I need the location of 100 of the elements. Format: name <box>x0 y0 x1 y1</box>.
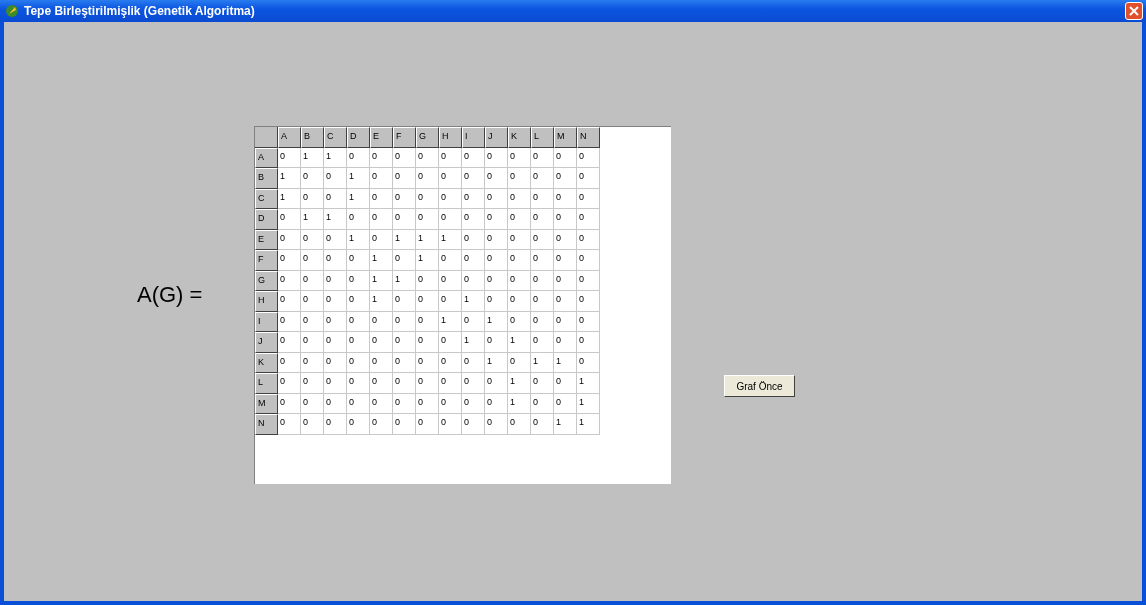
table-cell[interactable]: 0 <box>554 373 577 394</box>
table-cell[interactable]: 0 <box>347 147 370 168</box>
table-cell[interactable]: 0 <box>531 373 554 394</box>
table-cell[interactable]: 0 <box>301 229 324 250</box>
table-cell[interactable]: 0 <box>485 332 508 353</box>
table-cell[interactable]: 1 <box>485 311 508 332</box>
table-cell[interactable]: 0 <box>531 209 554 230</box>
table-cell[interactable]: 0 <box>554 147 577 168</box>
table-cell[interactable]: 0 <box>416 393 439 414</box>
table-cell[interactable]: 0 <box>347 414 370 435</box>
table-cell[interactable]: 1 <box>508 393 531 414</box>
table-cell[interactable]: 1 <box>278 168 301 189</box>
close-button[interactable] <box>1125 2 1143 20</box>
table-cell[interactable]: 0 <box>531 147 554 168</box>
table-cell[interactable]: 0 <box>531 414 554 435</box>
table-cell[interactable]: 1 <box>347 188 370 209</box>
table-cell[interactable]: 0 <box>462 250 485 271</box>
table-cell[interactable]: 0 <box>393 373 416 394</box>
table-cell[interactable]: 0 <box>462 414 485 435</box>
table-cell[interactable]: 0 <box>416 270 439 291</box>
table-cell[interactable]: 0 <box>278 209 301 230</box>
table-cell[interactable]: 0 <box>462 311 485 332</box>
table-cell[interactable]: 0 <box>554 168 577 189</box>
table-cell[interactable]: 0 <box>347 209 370 230</box>
table-cell[interactable]: 0 <box>439 414 462 435</box>
table-cell[interactable]: 0 <box>577 209 600 230</box>
table-cell[interactable]: 0 <box>462 352 485 373</box>
table-cell[interactable]: 0 <box>347 373 370 394</box>
table-cell[interactable]: 0 <box>508 168 531 189</box>
table-cell[interactable]: 0 <box>416 332 439 353</box>
table-cell[interactable]: 0 <box>278 229 301 250</box>
table-cell[interactable]: 0 <box>278 332 301 353</box>
table-cell[interactable]: 1 <box>416 250 439 271</box>
table-cell[interactable]: 0 <box>485 229 508 250</box>
table-cell[interactable]: 0 <box>439 373 462 394</box>
table-cell[interactable]: 1 <box>301 147 324 168</box>
table-cell[interactable]: 0 <box>324 311 347 332</box>
table-cell[interactable]: 0 <box>439 352 462 373</box>
table-cell[interactable]: 0 <box>416 168 439 189</box>
table-cell[interactable]: 0 <box>508 229 531 250</box>
table-cell[interactable]: 0 <box>370 373 393 394</box>
table-cell[interactable]: 0 <box>554 229 577 250</box>
table-cell[interactable]: 0 <box>531 393 554 414</box>
table-cell[interactable]: 0 <box>416 188 439 209</box>
table-cell[interactable]: 1 <box>370 291 393 312</box>
table-cell[interactable]: 0 <box>278 147 301 168</box>
table-cell[interactable]: 0 <box>393 352 416 373</box>
table-cell[interactable]: 0 <box>370 168 393 189</box>
table-cell[interactable]: 0 <box>439 393 462 414</box>
table-cell[interactable]: 0 <box>485 373 508 394</box>
table-cell[interactable]: 0 <box>439 270 462 291</box>
table-cell[interactable]: 0 <box>577 147 600 168</box>
table-cell[interactable]: 0 <box>485 270 508 291</box>
table-cell[interactable]: 0 <box>393 188 416 209</box>
table-cell[interactable]: 0 <box>462 188 485 209</box>
table-cell[interactable]: 0 <box>416 209 439 230</box>
table-cell[interactable]: 0 <box>531 168 554 189</box>
table-cell[interactable]: 0 <box>278 291 301 312</box>
table-cell[interactable]: 0 <box>508 188 531 209</box>
table-cell[interactable]: 1 <box>577 393 600 414</box>
table-cell[interactable]: 0 <box>577 250 600 271</box>
table-cell[interactable]: 1 <box>462 332 485 353</box>
graph-button[interactable]: Graf Önce <box>724 375 795 397</box>
table-cell[interactable]: 0 <box>508 291 531 312</box>
table-cell[interactable]: 1 <box>347 229 370 250</box>
table-cell[interactable]: 0 <box>416 414 439 435</box>
table-cell[interactable]: 0 <box>554 393 577 414</box>
table-cell[interactable]: 0 <box>324 229 347 250</box>
table-cell[interactable]: 0 <box>554 250 577 271</box>
table-cell[interactable]: 0 <box>324 332 347 353</box>
table-cell[interactable]: 0 <box>393 311 416 332</box>
table-cell[interactable]: 1 <box>439 311 462 332</box>
table-cell[interactable]: 0 <box>554 311 577 332</box>
table-cell[interactable]: 0 <box>531 270 554 291</box>
table-cell[interactable]: 0 <box>347 332 370 353</box>
table-cell[interactable]: 0 <box>531 311 554 332</box>
table-cell[interactable]: 0 <box>393 168 416 189</box>
table-cell[interactable]: 0 <box>324 373 347 394</box>
table-cell[interactable]: 0 <box>393 209 416 230</box>
table-cell[interactable]: 0 <box>347 270 370 291</box>
table-cell[interactable]: 0 <box>301 270 324 291</box>
table-cell[interactable]: 0 <box>370 229 393 250</box>
table-cell[interactable]: 1 <box>416 229 439 250</box>
table-cell[interactable]: 0 <box>393 147 416 168</box>
table-cell[interactable]: 0 <box>370 393 393 414</box>
table-cell[interactable]: 0 <box>462 209 485 230</box>
table-cell[interactable]: 0 <box>301 414 324 435</box>
table-cell[interactable]: 1 <box>485 352 508 373</box>
table-cell[interactable]: 0 <box>324 352 347 373</box>
table-cell[interactable]: 0 <box>393 291 416 312</box>
table-cell[interactable]: 0 <box>531 188 554 209</box>
table-cell[interactable]: 0 <box>278 414 301 435</box>
table-cell[interactable]: 1 <box>462 291 485 312</box>
table-cell[interactable]: 0 <box>278 270 301 291</box>
table-cell[interactable]: 0 <box>324 250 347 271</box>
table-cell[interactable]: 1 <box>278 188 301 209</box>
table-cell[interactable]: 0 <box>508 250 531 271</box>
table-cell[interactable]: 0 <box>577 270 600 291</box>
table-cell[interactable]: 0 <box>416 147 439 168</box>
table-cell[interactable]: 0 <box>462 229 485 250</box>
